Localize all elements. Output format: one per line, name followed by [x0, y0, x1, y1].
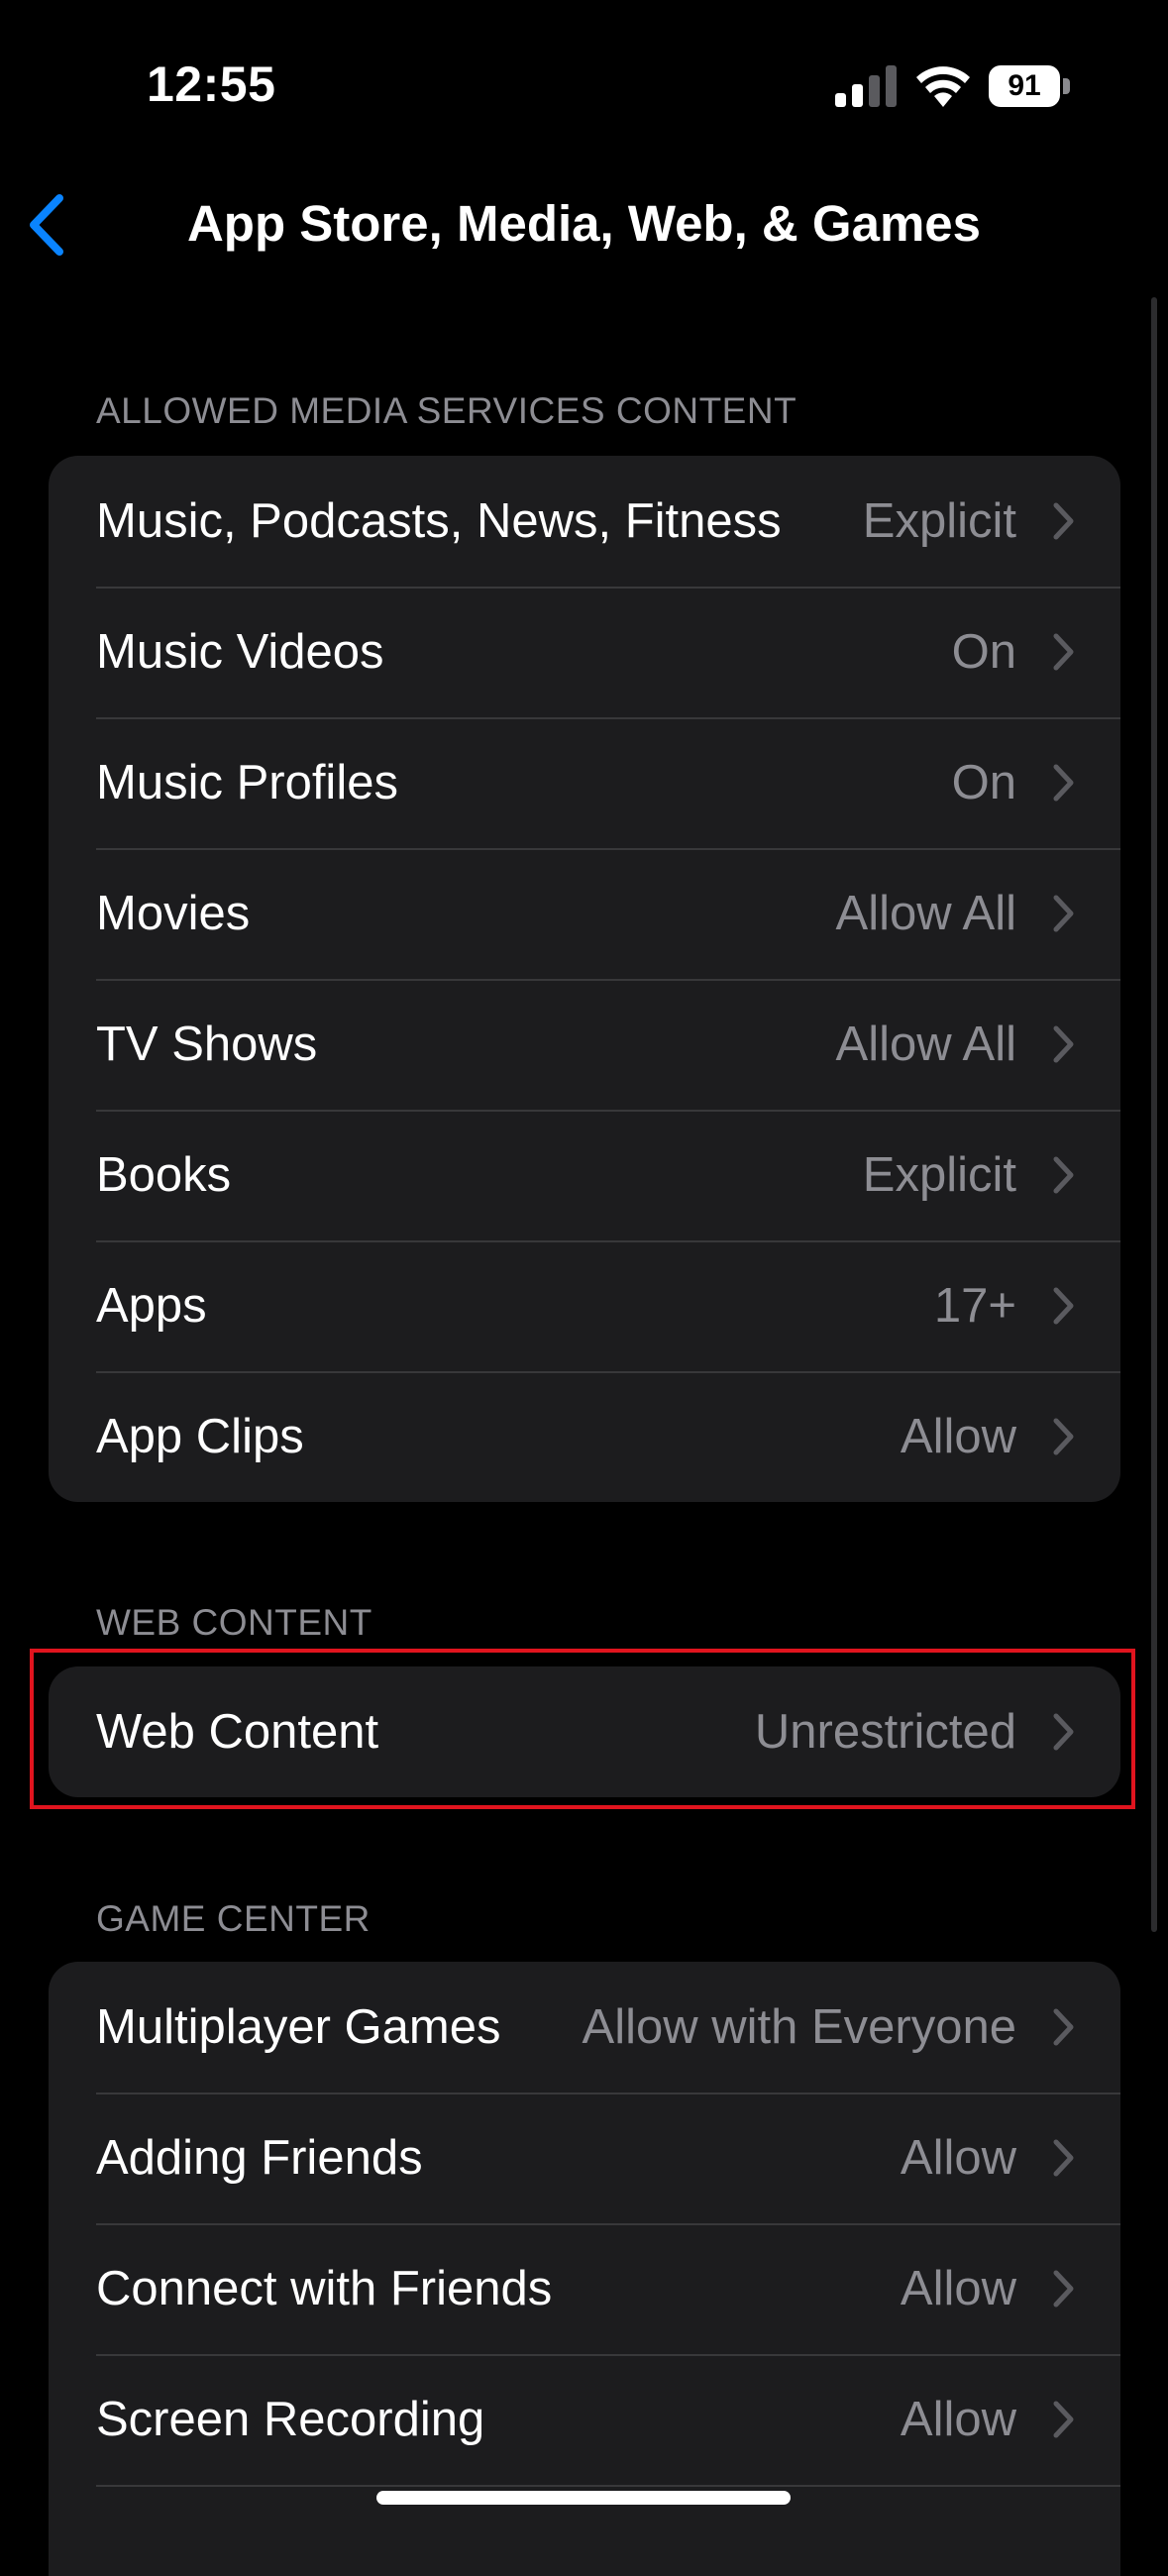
- page-title: App Store, Media, Web, & Games: [186, 195, 982, 252]
- chevron-right-icon: [1053, 502, 1074, 540]
- row-label: TV Shows: [96, 1018, 318, 1071]
- battery-level: 91: [989, 65, 1060, 107]
- row-value: Allow with Everyone: [582, 2000, 1016, 2054]
- chevron-right-icon: [1053, 2139, 1074, 2177]
- row-label: Connect with Friends: [96, 2262, 553, 2315]
- chevron-right-icon: [1053, 764, 1074, 802]
- section-header-media: ALLOWED MEDIA SERVICES CONTENT: [96, 390, 797, 431]
- row-movies[interactable]: Movies Allow All: [49, 848, 1120, 979]
- row-value: Explicit: [862, 1148, 1016, 1202]
- status-bar: 12:55 91: [0, 0, 1168, 149]
- status-time: 12:55: [147, 56, 276, 112]
- row-music-podcasts-news-fitness[interactable]: Music, Podcasts, News, Fitness Explicit: [49, 456, 1120, 587]
- row-value: On: [951, 756, 1016, 809]
- chevron-right-icon: [1053, 895, 1074, 932]
- battery-cap: [1063, 78, 1070, 94]
- battery-icon: 91: [989, 65, 1070, 107]
- row-adding-friends[interactable]: Adding Friends Allow: [49, 2093, 1120, 2223]
- row-apps[interactable]: Apps 17+: [49, 1240, 1120, 1371]
- home-indicator[interactable]: [376, 2491, 791, 2505]
- chevron-right-icon: [1053, 1418, 1074, 1455]
- section-header-web: WEB CONTENT: [96, 1602, 372, 1643]
- row-label: App Clips: [96, 1410, 304, 1463]
- row-label: Adding Friends: [96, 2131, 423, 2185]
- chevron-right-icon: [1053, 1287, 1074, 1325]
- row-value: Explicit: [862, 494, 1016, 548]
- row-value: Allow: [900, 2393, 1016, 2446]
- section-header-game-center: GAME CENTER: [96, 1898, 371, 1939]
- row-label: Multiplayer Games: [96, 2000, 501, 2054]
- row-value: Allow: [900, 1410, 1016, 1463]
- row-label: Music Profiles: [96, 756, 398, 809]
- row-label: Movies: [96, 887, 251, 940]
- row-screen-recording[interactable]: Screen Recording Allow: [49, 2354, 1120, 2485]
- wifi-icon: [916, 66, 970, 107]
- row-label: Books: [96, 1148, 232, 1202]
- row-value: 17+: [933, 1279, 1016, 1333]
- chevron-right-icon: [1053, 1025, 1074, 1063]
- chevron-right-icon: [1053, 633, 1074, 671]
- row-books[interactable]: Books Explicit: [49, 1110, 1120, 1240]
- row-value: On: [951, 625, 1016, 679]
- row-label: Music Videos: [96, 625, 384, 679]
- game-center-group: Multiplayer Games Allow with Everyone Ad…: [49, 1962, 1120, 2576]
- row-value: Allow All: [835, 1018, 1016, 1071]
- row-value: Allow: [900, 2262, 1016, 2315]
- row-tv-shows[interactable]: TV Shows Allow All: [49, 979, 1120, 1110]
- row-label: Music, Podcasts, News, Fitness: [96, 494, 782, 548]
- row-connect-with-friends[interactable]: Connect with Friends Allow: [49, 2223, 1120, 2354]
- row-multiplayer-games[interactable]: Multiplayer Games Allow with Everyone: [49, 1962, 1120, 2093]
- chevron-right-icon: [1053, 1156, 1074, 1194]
- row-music-profiles[interactable]: Music Profiles On: [49, 717, 1120, 848]
- row-value: Allow All: [835, 887, 1016, 940]
- row-label: Screen Recording: [96, 2393, 485, 2446]
- scroll-indicator: [1151, 297, 1157, 1932]
- chevron-right-icon: [1053, 2270, 1074, 2308]
- row-music-videos[interactable]: Music Videos On: [49, 587, 1120, 717]
- row-value: Allow: [900, 2131, 1016, 2185]
- cellular-signal-icon: [835, 65, 897, 107]
- highlight-box: [30, 1649, 1135, 1809]
- row-app-clips[interactable]: App Clips Allow: [49, 1371, 1120, 1502]
- chevron-right-icon: [1053, 2401, 1074, 2438]
- chevron-right-icon: [1053, 2008, 1074, 2046]
- media-services-group: Music, Podcasts, News, Fitness Explicit …: [49, 456, 1120, 1502]
- row-label: Apps: [96, 1279, 207, 1333]
